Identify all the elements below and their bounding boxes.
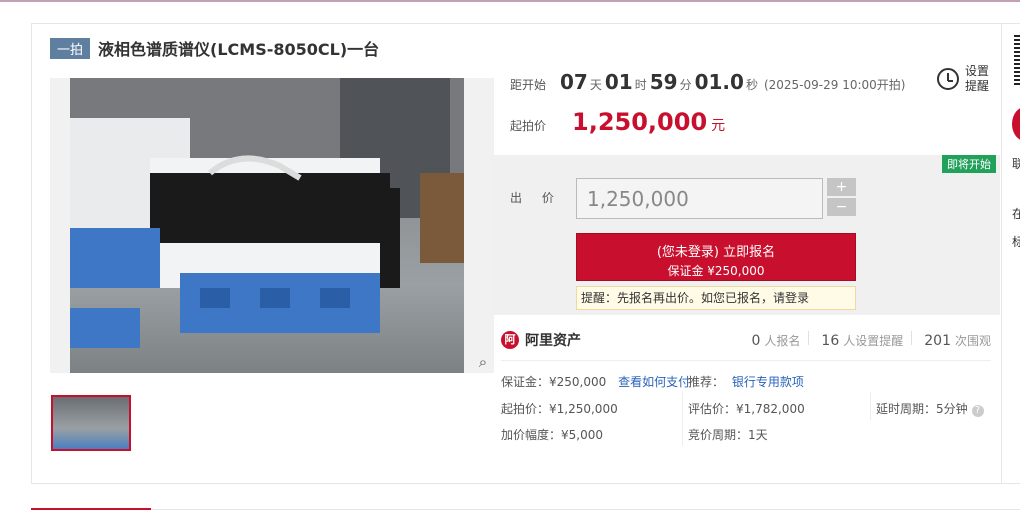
signup-count-label: 人报名: [764, 334, 801, 348]
auction-round-tag: 一拍: [50, 37, 91, 59]
signup-button-label: (您未登录) 立即报名: [656, 245, 776, 260]
bid-cycle-info: 竞价周期：1天: [688, 428, 768, 442]
signup-count: 0: [751, 333, 761, 349]
recommend-label: 推荐：: [688, 375, 725, 389]
start-price-label: 起拍价: [510, 119, 547, 133]
increase-bid-button[interactable]: +: [827, 178, 856, 196]
zoom-icon[interactable]: ⌕: [472, 351, 494, 373]
reminder-count-label: 人设置提醒: [843, 334, 904, 348]
auction-stats: 0 人报名 16 人设置提醒 201 次围观: [739, 331, 991, 349]
bid-label: 出 价: [510, 191, 562, 205]
bid-panel: 即将开始 出 价 + − (您未登录) 立即报名 保证金 ¥250,000 提醒…: [490, 155, 1000, 315]
signup-button[interactable]: (您未登录) 立即报名 保证金 ¥250,000: [576, 233, 856, 281]
platform-name: 阿里资产: [525, 333, 581, 349]
countdown-hours: 01: [604, 70, 633, 94]
signup-tip: 提醒：先报名再出价。如您已报名，请登录: [576, 286, 856, 310]
set-reminder-label: 设置提醒: [965, 64, 990, 93]
ali-assets-logo-icon: 阿: [501, 331, 519, 349]
auction-card: 一拍 液相色谱质谱仪(LCMS-8050CL)一台 ⌕ 距开始 07 天 01 …: [31, 23, 1020, 484]
start-price-unit: 元: [711, 118, 726, 134]
delay-value: 延时周期：5分钟: [876, 402, 968, 416]
right-sidebar: 联 在 标: [1001, 23, 1020, 484]
set-reminder-button[interactable]: 设置提醒: [937, 64, 991, 94]
bid-amount-input[interactable]: [576, 178, 823, 219]
status-badge: 即将开始: [942, 155, 996, 173]
promo-badge-icon[interactable]: [1012, 107, 1020, 141]
help-icon[interactable]: ?: [971, 405, 984, 417]
login-link[interactable]: 登录: [785, 291, 809, 305]
reminder-count: 16: [821, 333, 840, 349]
sidebar-text: 联: [1012, 155, 1020, 172]
delay-info: 延时周期：5分钟?: [876, 400, 984, 417]
view-count-label: 次围观: [954, 334, 991, 348]
deposit-info: 保证金：¥250,000 查看如何支付: [501, 373, 690, 390]
page-title: 液相色谱质谱仪(LCMS-8050CL)一台: [98, 40, 380, 59]
product-photo-art: [70, 78, 464, 348]
start-time-note: (2025-09-29 10:00开拍): [763, 78, 906, 92]
platform-row: 阿 阿里资产 0 人报名 16 人设置提醒 201 次围观: [501, 330, 991, 350]
countdown-days-unit: 天: [589, 78, 602, 92]
alarm-clock-icon: [937, 68, 959, 90]
countdown-minutes: 59: [649, 70, 678, 94]
sidebar-text: 标: [1012, 233, 1020, 250]
start-price-row: 起拍价 1,250,000 元: [510, 108, 725, 136]
countdown-seconds-unit: 秒: [745, 78, 758, 92]
decrease-bid-button[interactable]: −: [827, 198, 856, 216]
tip-text: 提醒：先报名再出价。如您已报名，请: [581, 291, 786, 305]
increment-info: 加价幅度：¥5,000: [501, 428, 603, 442]
countdown-label: 距开始: [510, 78, 547, 92]
signup-deposit-label: 保证金 ¥250,000: [667, 264, 765, 278]
thumbnail-1[interactable]: [51, 395, 131, 451]
view-count: 201: [924, 333, 951, 349]
bank-funds-link[interactable]: 银行专用款项: [732, 375, 804, 389]
eval-price-info: 评估价：¥1,782,000: [688, 402, 805, 416]
main-image[interactable]: ⌕: [50, 78, 494, 373]
qr-code-icon: [1014, 33, 1020, 85]
product-photo: [70, 78, 464, 373]
countdown: 距开始 07 天 01 时 59 分 01.0 秒 (2025-09-29 10…: [510, 70, 905, 94]
thumbnail-image: [53, 397, 129, 449]
stat-divider: [808, 331, 810, 345]
countdown-hours-unit: 时: [634, 78, 647, 92]
countdown-days: 07: [560, 70, 588, 94]
deposit-value: 保证金：¥250,000: [501, 375, 607, 389]
start-price-value: 1,250,000: [572, 108, 708, 136]
column-divider: [870, 392, 871, 420]
how-to-pay-link[interactable]: 查看如何支付: [618, 375, 690, 389]
stat-divider: [911, 331, 913, 345]
sidebar-text: 在: [1012, 205, 1020, 222]
divider: [501, 360, 991, 361]
countdown-seconds: 01.0: [694, 70, 744, 94]
recommend-info: 推荐： 银行专用款项: [688, 373, 804, 390]
countdown-minutes-unit: 分: [679, 78, 692, 92]
column-divider: [682, 392, 683, 446]
title-row: 一拍 液相色谱质谱仪(LCMS-8050CL)一台: [50, 36, 379, 60]
top-divider: [0, 0, 1020, 2]
start-price-info: 起拍价：¥1,250,000: [501, 402, 618, 416]
